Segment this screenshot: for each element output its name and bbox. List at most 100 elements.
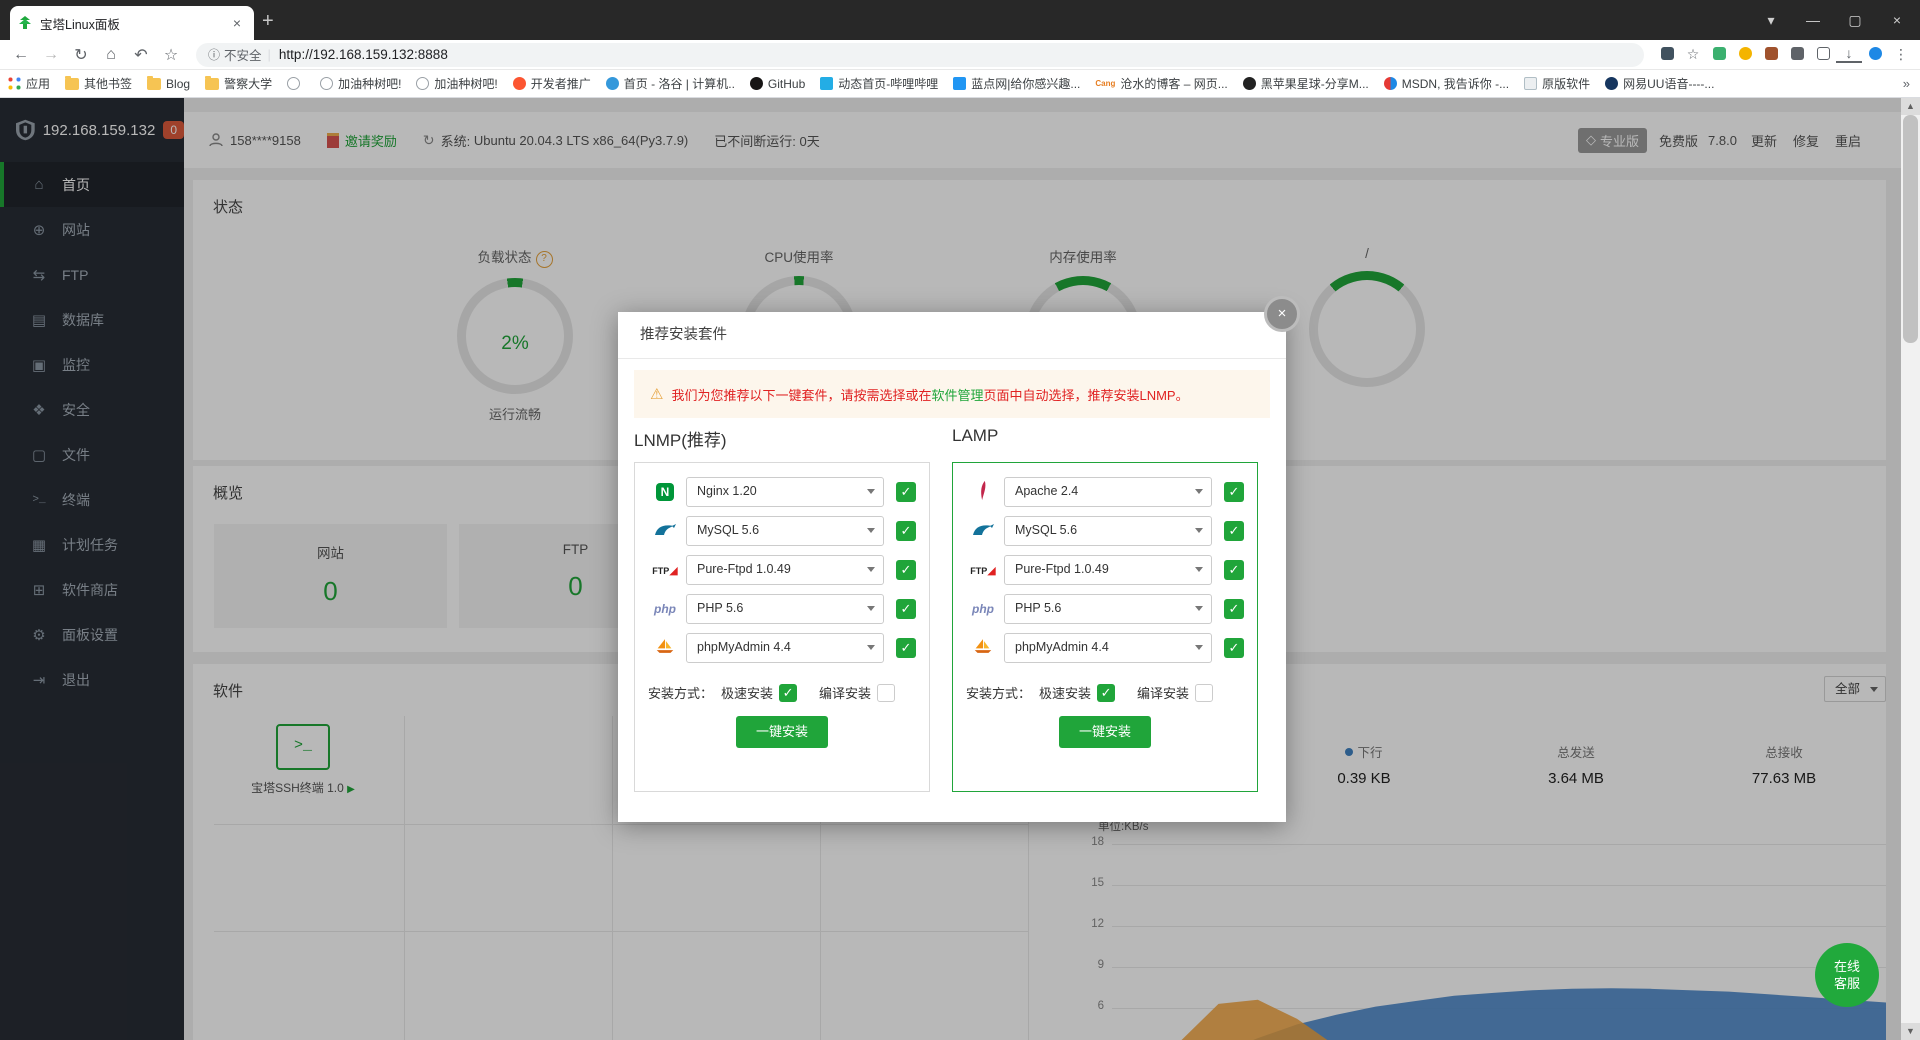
bookmark-other[interactable]: 其他书签 — [65, 75, 132, 92]
dict-extension-icon[interactable] — [1706, 47, 1732, 63]
bookmark-star-icon[interactable]: ☆ — [156, 45, 186, 65]
profile-avatar[interactable] — [1732, 47, 1758, 63]
url-separator: | — [268, 47, 271, 62]
bookmark-devpromo[interactable]: 开发者推广 — [513, 75, 591, 92]
reload-icon[interactable]: ↻ — [66, 45, 96, 65]
bookmark-yuanban[interactable]: 原版软件 — [1524, 75, 1590, 92]
lnmp-one-click-install-button[interactable]: 一键安装 — [736, 716, 828, 748]
phpmyadmin-version-select[interactable]: phpMyAdmin 4.4 — [1004, 633, 1212, 663]
github-icon — [750, 77, 763, 90]
lamp-install-mode: 安装方式： 极速安装 ✓ 编译安装 — [966, 683, 1244, 702]
scroll-up-icon[interactable]: ▲ — [1901, 98, 1920, 115]
fast-install-checkbox[interactable]: ✓ — [1097, 684, 1115, 702]
bookmark-tree2[interactable]: 加油种树吧! — [416, 75, 497, 92]
lnmp-row-nginx: N Nginx 1.20 ✓ — [648, 478, 916, 506]
bookmark-heipingguo[interactable]: 黑苹果星球-分享M... — [1243, 75, 1369, 92]
url-box[interactable]: ⓘ 不安全 | http://192.168.159.132:8888 — [196, 43, 1644, 67]
globe-icon — [416, 77, 429, 90]
ftp-checkbox[interactable]: ✓ — [896, 560, 916, 580]
ftp-checkbox[interactable]: ✓ — [1224, 560, 1244, 580]
mysql-version-select[interactable]: MySQL 5.6 — [686, 516, 884, 546]
luogu-icon — [606, 77, 619, 90]
mysql-dolphin-icon — [966, 522, 1000, 541]
window-minimize-button[interactable]: — — [1792, 0, 1834, 40]
tab-search-caret-icon[interactable]: ▾ — [1750, 0, 1792, 40]
apache-version-select[interactable]: Apache 2.4 — [1004, 477, 1212, 507]
tab-close-icon[interactable]: × — [228, 15, 246, 31]
lnmp-row-php: php PHP 5.6 ✓ — [648, 595, 916, 623]
software-manage-link[interactable]: 软件管理 — [931, 385, 983, 404]
screenshot-extension-icon[interactable] — [1810, 47, 1836, 63]
php-checkbox[interactable]: ✓ — [896, 599, 916, 619]
forward-icon[interactable]: → — [36, 46, 66, 64]
ftp-version-select[interactable]: Pure-Ftpd 1.0.49 — [1004, 555, 1212, 585]
php-checkbox[interactable]: ✓ — [1224, 599, 1244, 619]
folder-icon — [205, 78, 219, 90]
fast-install-checkbox[interactable]: ✓ — [779, 684, 797, 702]
lnmp-title: LNMP(推荐) — [634, 426, 727, 451]
bookmark-uu[interactable]: 网易UU语音----... — [1605, 75, 1714, 92]
nginx-checkbox[interactable]: ✓ — [896, 482, 916, 502]
page-scrollbar[interactable]: ▲ ▼ — [1901, 98, 1920, 1040]
bookmark-landian[interactable]: 蓝点网|给你感兴趣... — [953, 75, 1080, 92]
bookmarks-bar: 应用 其他书签 Blog 警察大学 加油种树吧! 加油种树吧! 开发者推广 首页… — [0, 70, 1920, 98]
lamp-row-phpmyadmin: phpMyAdmin 4.4 ✓ — [966, 634, 1244, 662]
lamp-one-click-install-button[interactable]: 一键安装 — [1059, 716, 1151, 748]
window-close-button[interactable]: × — [1876, 0, 1918, 40]
mysql-version-select[interactable]: MySQL 5.6 — [1004, 516, 1212, 546]
compile-install-checkbox[interactable] — [1195, 684, 1213, 702]
scroll-down-icon[interactable]: ▼ — [1901, 1023, 1920, 1040]
bookmark-globe[interactable] — [287, 77, 305, 90]
ftp-version-select[interactable]: Pure-Ftpd 1.0.49 — [686, 555, 884, 585]
bookmark-bilibili[interactable]: 动态首页-哔哩哔哩 — [820, 75, 938, 92]
warning-icon: ⚠ — [650, 385, 663, 403]
ftp-icon: FTP◢ — [648, 564, 682, 577]
qr-grid-icon[interactable] — [1654, 47, 1680, 63]
bookmark-police-univ[interactable]: 警察大学 — [205, 75, 272, 92]
doc-icon — [1524, 77, 1537, 90]
bookmark-blog[interactable]: Blog — [147, 77, 190, 91]
mysql-checkbox[interactable]: ✓ — [896, 521, 916, 541]
bookmark-luogu[interactable]: 首页 - 洛谷 | 计算机.. — [606, 75, 735, 92]
modal-close-icon[interactable]: × — [1264, 296, 1300, 332]
chevron-down-icon — [1195, 567, 1203, 576]
url-text: http://192.168.159.132:8888 — [279, 47, 448, 62]
browser-tab[interactable]: 宝塔Linux面板 × — [10, 6, 254, 40]
phpmyadmin-sailboat-icon — [966, 638, 1000, 658]
mysql-checkbox[interactable]: ✓ — [1224, 521, 1244, 541]
bookmark-github[interactable]: GitHub — [750, 77, 805, 91]
undo-extension-icon[interactable]: ↶ — [126, 45, 156, 65]
download-icon[interactable]: ↓ — [1836, 47, 1862, 63]
window-maximize-button[interactable]: ▢ — [1834, 0, 1876, 40]
back-icon[interactable]: ← — [6, 46, 36, 64]
scrollbar-thumb[interactable] — [1903, 115, 1918, 343]
tab-title: 宝塔Linux面板 — [40, 14, 228, 33]
compile-install-checkbox[interactable] — [877, 684, 895, 702]
home-icon[interactable]: ⌂ — [96, 46, 126, 64]
browser-menu-kebab-icon[interactable]: ⋮ — [1888, 46, 1914, 63]
star-outline-icon[interactable]: ☆ — [1680, 46, 1706, 63]
phpmyadmin-checkbox[interactable]: ✓ — [1224, 638, 1244, 658]
php-version-select[interactable]: PHP 5.6 — [1004, 594, 1212, 624]
uu-extension-icon[interactable] — [1862, 47, 1888, 63]
redgrid-extension-icon[interactable] — [1758, 47, 1784, 63]
online-support-button[interactable]: 在线 客服 — [1815, 943, 1879, 1007]
security-label: 不安全 — [224, 45, 262, 64]
chevron-down-icon — [1195, 528, 1203, 537]
recommend-install-modal: × 推荐安装套件 ⚠ 我们为您推荐以下一键套件，请按需选择或在 软件管理 页面中… — [618, 312, 1286, 822]
apache-checkbox[interactable]: ✓ — [1224, 482, 1244, 502]
chevron-down-icon — [867, 606, 875, 615]
php-version-select[interactable]: PHP 5.6 — [686, 594, 884, 624]
phpmyadmin-version-select[interactable]: phpMyAdmin 4.4 — [686, 633, 884, 663]
bookmark-apps[interactable]: 应用 — [8, 75, 50, 92]
new-tab-button[interactable]: + — [262, 10, 274, 33]
info-icon[interactable]: ⓘ — [208, 46, 220, 63]
bookmark-msdn[interactable]: MSDN, 我告诉你 -... — [1384, 75, 1509, 92]
folder-icon — [65, 78, 79, 90]
phpmyadmin-checkbox[interactable]: ✓ — [896, 638, 916, 658]
bookmark-cangshui[interactable]: Cang沧水的博客 – 网页... — [1095, 75, 1227, 92]
apps-extension-icon[interactable] — [1784, 47, 1810, 63]
nginx-version-select[interactable]: Nginx 1.20 — [686, 477, 884, 507]
bookmarks-overflow-icon[interactable]: » — [1903, 76, 1910, 91]
bookmark-tree1[interactable]: 加油种树吧! — [320, 75, 401, 92]
